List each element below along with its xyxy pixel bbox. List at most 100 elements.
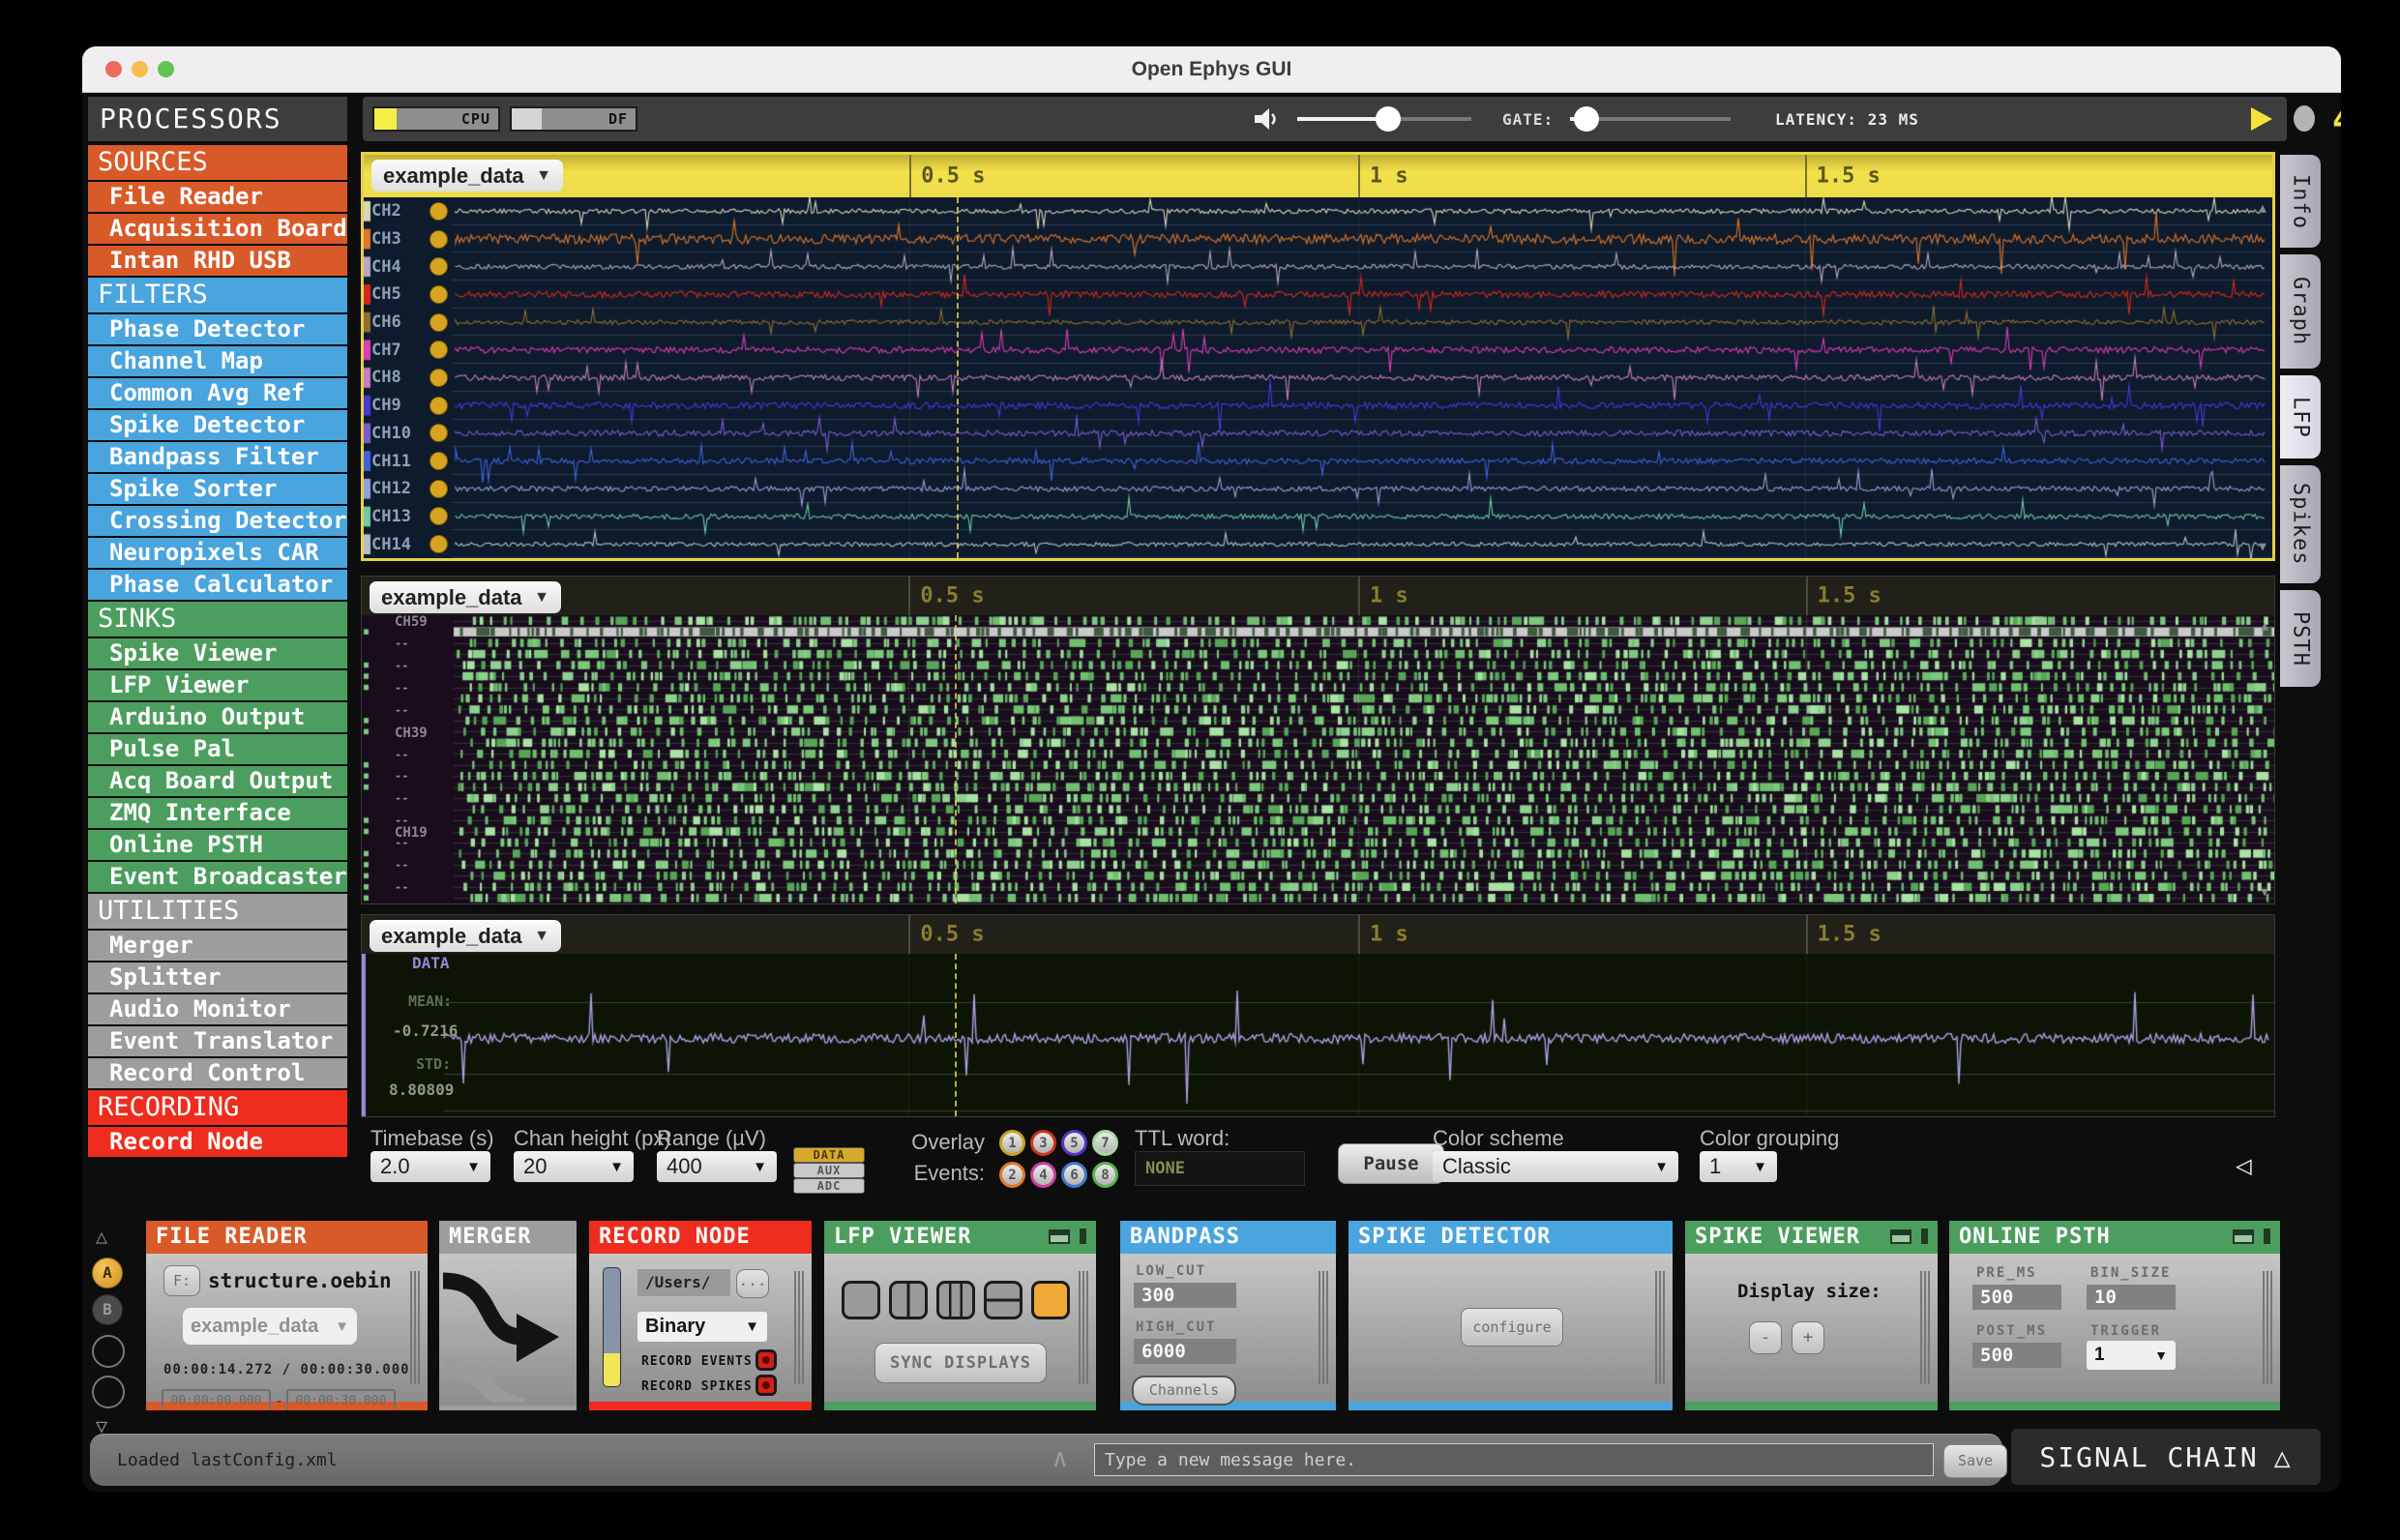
- sidebar-item-event-broadcaster[interactable]: Event Broadcaster: [88, 862, 347, 892]
- raster-source-dropdown[interactable]: example_data ▼: [370, 581, 561, 613]
- lfp-source-dropdown[interactable]: example_data ▼: [371, 160, 563, 192]
- buffer-button-aux[interactable]: AUX: [793, 1163, 865, 1178]
- overlay-event-button-3[interactable]: 3: [1030, 1130, 1056, 1156]
- window-icon[interactable]: [2233, 1229, 2254, 1244]
- sidebar-item-channel-map[interactable]: Channel Map: [88, 346, 347, 376]
- module-drag-handle[interactable]: [794, 1271, 804, 1384]
- gate-slider-knob[interactable]: [1573, 106, 1599, 132]
- high-cut-field[interactable]: 6000: [1134, 1339, 1236, 1364]
- sidebar-item-record-node[interactable]: Record Node: [88, 1127, 347, 1157]
- sidebar-item-zmq-interface[interactable]: ZMQ Interface: [88, 798, 347, 828]
- end-time-field[interactable]: 00:00:30.000: [286, 1389, 396, 1410]
- module-header[interactable]: ONLINE PSTH: [1949, 1221, 2280, 1254]
- rail-tab-b[interactable]: B: [92, 1294, 123, 1325]
- module-record-node[interactable]: RECORD NODE /Users/ ... Binary ▼ RECORD …: [589, 1221, 812, 1410]
- sidebar-section-filters[interactable]: FILTERS: [88, 278, 347, 312]
- channel-enable-icon[interactable]: [430, 368, 448, 387]
- module-drag-handle[interactable]: [1079, 1271, 1088, 1384]
- channel-enable-icon[interactable]: [430, 229, 448, 249]
- color-grouping-dropdown[interactable]: 1 ▼: [1700, 1151, 1777, 1182]
- trace-canvas[interactable]: [362, 954, 2274, 1116]
- increase-button[interactable]: +: [1792, 1321, 1824, 1354]
- channel-enable-icon[interactable]: [430, 479, 448, 498]
- play-icon[interactable]: [2251, 107, 2272, 131]
- layout-button-5[interactable]: [1031, 1281, 1070, 1319]
- layout-button-3[interactable]: [936, 1281, 975, 1319]
- module-merger[interactable]: MERGER: [439, 1221, 577, 1410]
- raster-canvas[interactable]: [362, 615, 2274, 903]
- overlay-event-button-1[interactable]: 1: [999, 1130, 1025, 1156]
- chan-height-dropdown[interactable]: 20 ▼: [514, 1151, 634, 1182]
- module-spike-viewer[interactable]: SPIKE VIEWER Display size: - +: [1685, 1221, 1938, 1410]
- scroll-down-icon[interactable]: ▼: [2259, 540, 2267, 554]
- sidebar-item-event-translator[interactable]: Event Translator: [88, 1026, 347, 1056]
- sidebar-item-acq-board-output[interactable]: Acq Board Output: [88, 766, 347, 796]
- signal-chain-toggle[interactable]: SIGNAL CHAIN △: [2011, 1429, 2321, 1485]
- module-drag-handle[interactable]: [1655, 1271, 1665, 1384]
- lfp-plot-area[interactable]: CH2 CH3 CH4 CH5 CH6 CH7 CH8 CH9 CH10 CH11 CH12 CH13…: [364, 197, 2272, 558]
- module-drag-handle[interactable]: [2263, 1271, 2272, 1384]
- record-events-toggle[interactable]: [756, 1349, 777, 1371]
- module-lfp-viewer[interactable]: LFP VIEWER SYNC DISPLAYS: [824, 1221, 1096, 1410]
- pin-tab-icon[interactable]: [1921, 1229, 1928, 1244]
- channel-enable-icon[interactable]: [430, 535, 448, 554]
- scroll-up-icon[interactable]: ▲: [2259, 201, 2267, 216]
- tab-psth[interactable]: PSTH: [2280, 590, 2321, 687]
- browse-button[interactable]: ...: [736, 1269, 769, 1298]
- sidebar-item-arduino-output[interactable]: Arduino Output: [88, 702, 347, 732]
- configure-button[interactable]: configure: [1461, 1308, 1563, 1347]
- sidebar-item-splitter[interactable]: Splitter: [88, 962, 347, 992]
- disk-meter[interactable]: DF: [510, 106, 637, 132]
- lfp-traces-canvas[interactable]: [364, 197, 2272, 558]
- overlay-event-button-7[interactable]: 7: [1092, 1130, 1118, 1156]
- start-time-field[interactable]: 00:00:00.000: [162, 1389, 271, 1410]
- overlay-event-button-5[interactable]: 5: [1061, 1130, 1087, 1156]
- volume-slider-knob[interactable]: [1375, 106, 1401, 132]
- channel-enable-icon[interactable]: [430, 396, 448, 415]
- overlay-event-button-4[interactable]: 4: [1030, 1162, 1056, 1188]
- module-drag-handle[interactable]: [410, 1271, 420, 1384]
- channel-enable-icon[interactable]: [430, 257, 448, 277]
- channel-enable-icon[interactable]: [430, 424, 448, 443]
- bin-size-field[interactable]: 10: [2087, 1285, 2176, 1310]
- sidebar-item-neuropixels-car[interactable]: Neuropixels CAR: [88, 538, 347, 568]
- raster-timeline[interactable]: example_data ▼ 0.5 s 1 s 1.5 s: [362, 577, 2274, 616]
- layout-button-1[interactable]: [842, 1281, 880, 1319]
- module-bandpass-filter[interactable]: BANDPASS FILTER LOW_CUT 300 HIGH_CUT 600…: [1120, 1221, 1336, 1410]
- collapse-left-icon[interactable]: ◁: [2236, 1149, 2252, 1181]
- sidebar-item-online-psth[interactable]: Online PSTH: [88, 830, 347, 860]
- record-format-dropdown[interactable]: Binary ▼: [637, 1312, 767, 1342]
- trace-timeline[interactable]: example_data ▼ 0.5 s 1 s 1.5 s: [362, 915, 2274, 955]
- record-path-field[interactable]: /Users/: [637, 1269, 730, 1296]
- record-spikes-toggle[interactable]: [756, 1375, 777, 1396]
- sidebar-item-intan-rhd-usb[interactable]: Intan RHD USB: [88, 246, 347, 276]
- module-drag-handle[interactable]: [1319, 1271, 1328, 1384]
- sidebar-item-phase-calculator[interactable]: Phase Calculator: [88, 570, 347, 600]
- sidebar-item-spike-detector[interactable]: Spike Detector: [88, 410, 347, 440]
- scroll-down-icon[interactable]: ▼: [2261, 885, 2268, 900]
- module-online-psth[interactable]: ONLINE PSTH PRE_MS 500 BIN_SIZE 10 POST_…: [1949, 1221, 2280, 1410]
- module-header[interactable]: LFP VIEWER: [824, 1221, 1096, 1254]
- sidebar-item-spike-viewer[interactable]: Spike Viewer: [88, 638, 347, 668]
- sidebar-item-spike-sorter[interactable]: Spike Sorter: [88, 474, 347, 504]
- module-header[interactable]: FILE READER: [146, 1221, 428, 1254]
- layout-button-4[interactable]: [984, 1281, 1022, 1319]
- layout-button-2[interactable]: [889, 1281, 928, 1319]
- channel-enable-icon[interactable]: [430, 201, 448, 221]
- timebase-dropdown[interactable]: 2.0 ▼: [370, 1151, 490, 1182]
- sidebar-item-record-control[interactable]: Record Control: [88, 1058, 347, 1088]
- sidebar-item-acquisition-board[interactable]: Acquisition Board: [88, 214, 347, 244]
- sidebar-section-sinks[interactable]: SINKS: [88, 602, 347, 637]
- sidebar-item-bandpass-filter[interactable]: Bandpass Filter: [88, 442, 347, 472]
- module-file-reader[interactable]: FILE READER F: structure.oebin example_d…: [146, 1221, 428, 1410]
- module-header[interactable]: BANDPASS FILTER: [1120, 1221, 1336, 1282]
- color-scheme-dropdown[interactable]: Classic ▼: [1433, 1151, 1678, 1182]
- window-icon[interactable]: [1049, 1229, 1070, 1244]
- channel-enable-icon[interactable]: [430, 507, 448, 526]
- tab-graph[interactable]: Graph: [2280, 254, 2321, 369]
- pre-ms-field[interactable]: 500: [1972, 1285, 2061, 1310]
- gate-slider[interactable]: [1570, 106, 1731, 132]
- file-stream-dropdown[interactable]: example_data ▼: [183, 1308, 357, 1345]
- rail-tab-empty[interactable]: [92, 1376, 125, 1408]
- module-header[interactable]: MERGER: [439, 1221, 577, 1254]
